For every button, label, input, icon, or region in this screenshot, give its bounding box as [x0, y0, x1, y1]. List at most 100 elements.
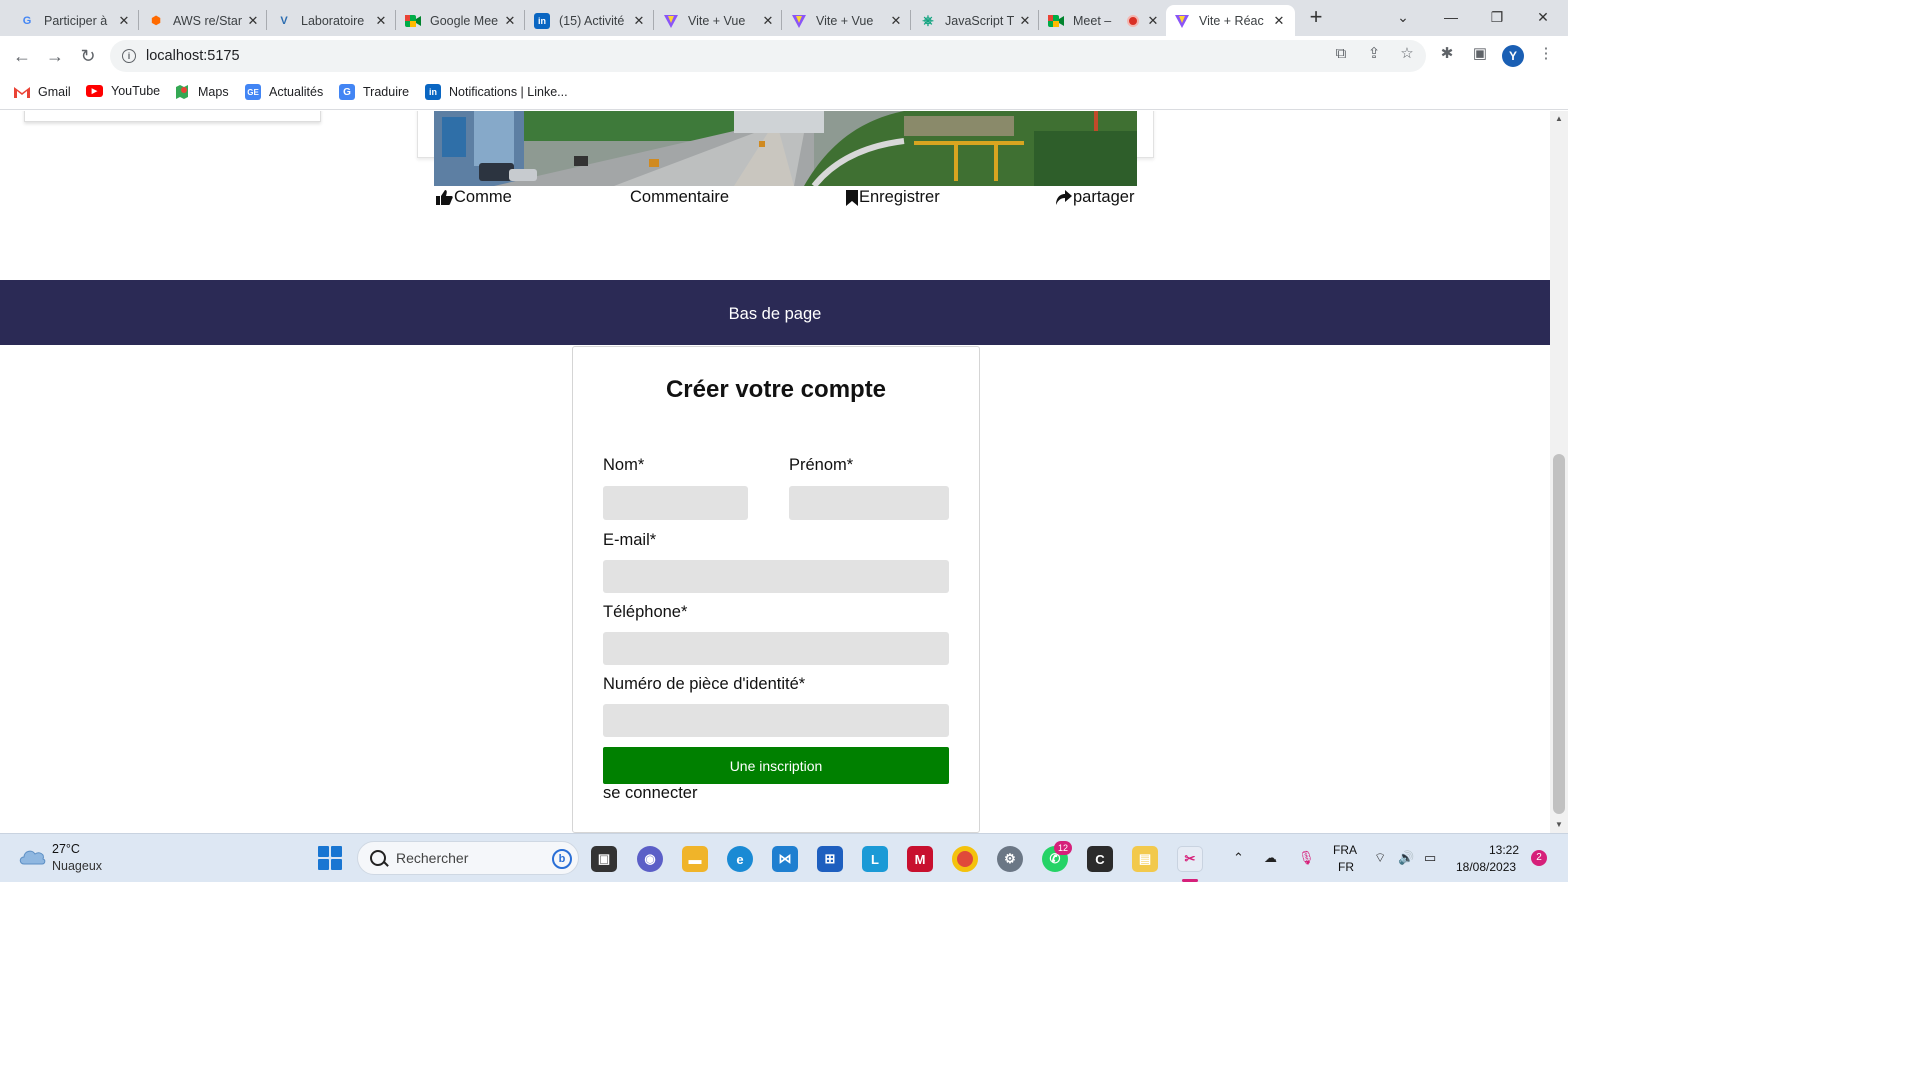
- tab-vite-react-active[interactable]: Vite + Réac ✕: [1166, 5, 1295, 36]
- address-bar[interactable]: i localhost:5175: [110, 40, 1426, 72]
- close-icon[interactable]: ✕: [1145, 13, 1161, 29]
- keyboard-layout[interactable]: FR: [1338, 860, 1354, 874]
- store-icon[interactable]: ⊞: [817, 846, 843, 872]
- save-button[interactable]: Enregistrer: [846, 188, 940, 207]
- clock-date[interactable]: 18/08/2023: [1456, 860, 1516, 874]
- tab-search-icon[interactable]: ⌄: [1380, 4, 1426, 30]
- tab-title: (15) Activité: [559, 13, 625, 28]
- file-explorer-icon[interactable]: ▬: [682, 846, 708, 872]
- tab-vite-vue-2[interactable]: Vite + Vue ✕: [783, 5, 912, 36]
- close-icon[interactable]: ✕: [631, 13, 647, 29]
- close-icon[interactable]: ✕: [502, 13, 518, 29]
- tab-title: Meet –: [1073, 13, 1112, 28]
- menu-icon[interactable]: ⋮: [1536, 44, 1556, 64]
- tab-javascript[interactable]: ⎈ JavaScript T ✕: [912, 5, 1041, 36]
- site-info-icon[interactable]: i: [122, 49, 136, 63]
- tab-aws[interactable]: ⬢ AWS re/Star ✕: [140, 5, 269, 36]
- weather-temperature[interactable]: 27°C: [52, 842, 80, 856]
- last-name-input[interactable]: [603, 486, 748, 520]
- meet-icon: [1048, 13, 1064, 29]
- bookmark-traduire[interactable]: G Traduire: [339, 84, 409, 100]
- edge-icon[interactable]: e: [727, 846, 753, 872]
- clock-time[interactable]: 13:22: [1489, 843, 1519, 857]
- id-number-input[interactable]: [603, 704, 949, 737]
- input-language[interactable]: FRA: [1333, 843, 1357, 857]
- sticky-notes-icon[interactable]: ▤: [1132, 846, 1158, 872]
- tab-laboratoire[interactable]: V Laboratoire ✕: [268, 5, 397, 36]
- close-icon[interactable]: ✕: [888, 13, 904, 29]
- onedrive-icon[interactable]: ☁: [1264, 850, 1277, 866]
- new-tab-button[interactable]: +: [1304, 6, 1328, 30]
- scroll-up-icon[interactable]: ▲: [1550, 111, 1568, 127]
- chatgpt-icon: ⎈: [922, 12, 934, 28]
- scroll-down-icon[interactable]: ▼: [1550, 817, 1568, 833]
- restore-icon[interactable]: ❐: [1474, 4, 1520, 30]
- tab-participer[interactable]: G Participer à ✕: [11, 5, 140, 36]
- l-app-icon[interactable]: L: [862, 846, 888, 872]
- close-icon[interactable]: ✕: [116, 13, 132, 29]
- comment-button[interactable]: Commentaire: [630, 188, 729, 207]
- share-button[interactable]: partager: [1056, 188, 1134, 207]
- close-icon[interactable]: ✕: [1271, 13, 1287, 29]
- back-icon[interactable]: ←: [10, 44, 34, 68]
- translate-icon[interactable]: ⧉: [1331, 44, 1351, 64]
- close-icon[interactable]: ✕: [760, 13, 776, 29]
- login-link[interactable]: se connecter: [603, 784, 697, 803]
- scrollbar-thumb[interactable]: [1553, 454, 1565, 814]
- phone-label: Téléphone*: [603, 603, 688, 621]
- share-icon[interactable]: ⇪: [1364, 44, 1384, 64]
- translate-icon: G: [339, 84, 355, 100]
- bookmark-gmail[interactable]: Gmail: [14, 84, 71, 100]
- settings-icon[interactable]: ⚙: [997, 846, 1023, 872]
- task-view-icon[interactable]: ▣: [591, 846, 617, 872]
- microphone-icon[interactable]: 🎙: [1298, 850, 1315, 866]
- tab-title: Vite + Réac: [1199, 13, 1264, 28]
- email-label: E-mail*: [603, 531, 657, 549]
- bookmark-label: Traduire: [363, 85, 410, 99]
- bookmark-actualites[interactable]: GE Actualités: [245, 84, 323, 100]
- bookmark-youtube[interactable]: ▶ YouTube: [86, 84, 160, 98]
- terminal-icon[interactable]: C: [1087, 846, 1113, 872]
- cloud-icon[interactable]: [18, 846, 46, 866]
- chat-icon[interactable]: ◉: [637, 846, 663, 872]
- star-icon[interactable]: ☆: [1397, 44, 1417, 64]
- battery-icon[interactable]: ▭: [1424, 850, 1436, 866]
- weather-description[interactable]: Nuageux: [52, 859, 102, 873]
- mcafee-icon[interactable]: M: [907, 846, 933, 872]
- forward-icon[interactable]: →: [43, 44, 67, 68]
- notification-badge[interactable]: 2: [1531, 850, 1547, 866]
- volume-icon[interactable]: 🔊: [1398, 850, 1414, 866]
- vscode-icon[interactable]: ⋈: [772, 846, 798, 872]
- minimize-icon[interactable]: —: [1428, 4, 1474, 30]
- like-button[interactable]: Comme: [436, 188, 512, 207]
- linkedin-icon: in: [425, 84, 441, 100]
- page-scrollbar[interactable]: ▲ ▼: [1550, 111, 1568, 833]
- signup-submit-button[interactable]: Une inscription: [603, 747, 949, 784]
- close-icon[interactable]: ✕: [1017, 13, 1033, 29]
- tray-overflow-icon[interactable]: ⌃: [1233, 850, 1244, 866]
- close-window-icon[interactable]: ✕: [1520, 4, 1566, 30]
- taskbar-search[interactable]: Rechercher b: [357, 841, 579, 875]
- tab-google-meet[interactable]: Google Mee ✕: [397, 5, 526, 36]
- bookmark-linkedin-notifications[interactable]: in Notifications | Linke...: [425, 84, 568, 100]
- snipping-tool-icon[interactable]: ✂: [1177, 846, 1203, 872]
- close-icon[interactable]: ✕: [245, 13, 261, 29]
- profile-avatar[interactable]: Y: [1502, 45, 1524, 67]
- tab-vite-vue-1[interactable]: Vite + Vue ✕: [655, 5, 784, 36]
- bookmark-maps[interactable]: Maps: [174, 84, 229, 100]
- email-input[interactable]: [603, 560, 949, 593]
- bing-icon: b: [552, 849, 572, 869]
- phone-input[interactable]: [603, 632, 949, 665]
- reload-icon[interactable]: ↻: [76, 44, 100, 68]
- side-panel-icon[interactable]: ▣: [1470, 44, 1490, 64]
- extensions-icon[interactable]: ✱: [1437, 44, 1457, 64]
- first-name-input[interactable]: [789, 486, 949, 520]
- tab-linkedin[interactable]: in (15) Activité ✕: [526, 5, 655, 36]
- wifi-icon[interactable]: ⌔: [1374, 850, 1386, 866]
- tab-meet[interactable]: Meet – ✕: [1040, 5, 1169, 36]
- maps-icon: [174, 84, 190, 100]
- footer-text: Bas de page: [728, 304, 822, 323]
- close-icon[interactable]: ✕: [373, 13, 389, 29]
- windows-start-icon[interactable]: [318, 846, 342, 870]
- chrome-icon[interactable]: [952, 846, 978, 872]
